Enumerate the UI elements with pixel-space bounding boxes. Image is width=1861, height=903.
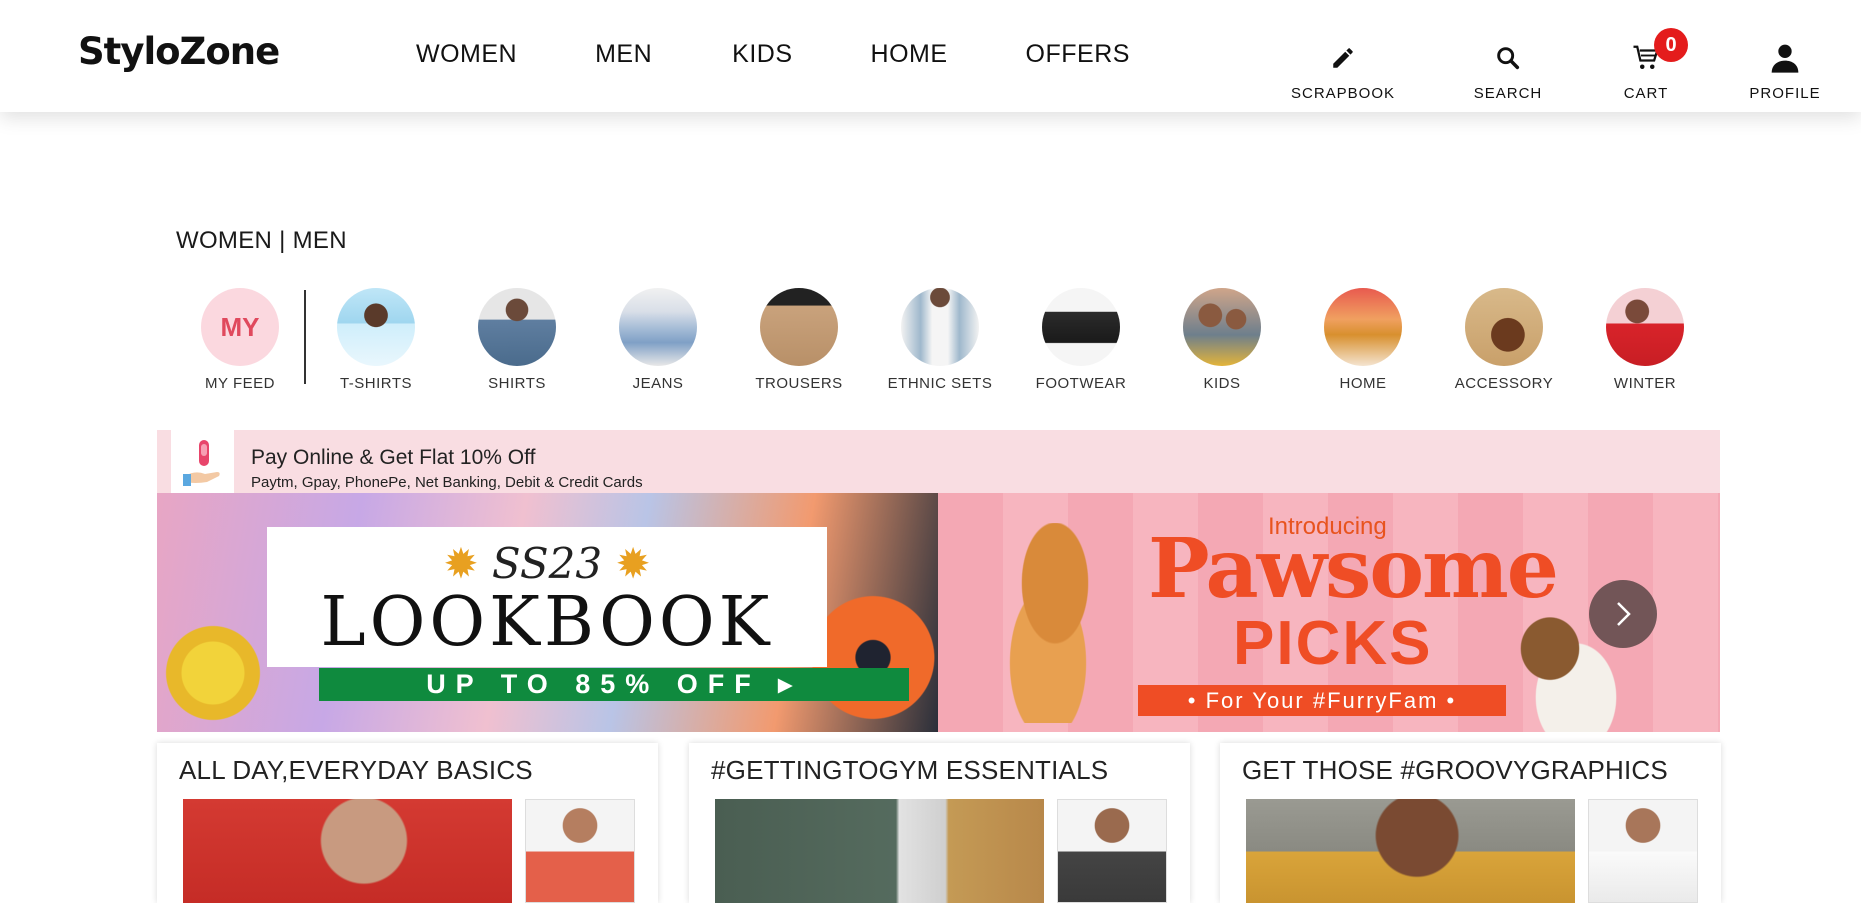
search-icon xyxy=(1448,40,1568,76)
category-label: FOOTWEAR xyxy=(1035,375,1127,392)
collection-main-image[interactable] xyxy=(183,799,512,903)
winter-thumbnail xyxy=(1606,288,1684,366)
footwear-thumbnail xyxy=(1042,288,1120,366)
pawsome-title: Pawsome xyxy=(1148,521,1559,617)
nav-home[interactable]: HOME xyxy=(871,40,948,69)
lookbook-discount: UP TO 85% OFF ▸ xyxy=(319,668,909,701)
category-label: TROUSERS xyxy=(755,375,843,392)
category-footwear[interactable]: FOOTWEAR xyxy=(1021,288,1141,392)
tshirts-thumbnail xyxy=(337,288,415,366)
carousel-next-button[interactable] xyxy=(1589,580,1657,648)
category-tshirts[interactable]: T-SHIRTS xyxy=(316,288,436,392)
shirts-thumbnail xyxy=(478,288,556,366)
search-label: SEARCH xyxy=(1473,85,1543,102)
scrapbook-label: SCRAPBOOK xyxy=(1290,85,1396,102)
site-logo[interactable]: StyloZone xyxy=(78,30,280,73)
chevron-right-icon xyxy=(1617,602,1631,626)
category-ethnic-sets[interactable]: ETHNIC SETS xyxy=(880,288,1000,392)
user-icon xyxy=(1725,40,1845,76)
scrapbook-button[interactable]: SCRAPBOOK xyxy=(1283,40,1403,102)
category-label: ACCESSORY xyxy=(1454,375,1554,392)
collection-main-image[interactable] xyxy=(715,799,1044,903)
kids-thumbnail xyxy=(1183,288,1261,366)
category-strip: MY MY FEED T-SHIRTS SHIRTS JEANS TROUSER… xyxy=(180,288,1700,398)
cart-button[interactable]: 0 CART xyxy=(1586,28,1706,102)
collection-title: GET THOSE #GROOVYGRAPHICS xyxy=(1242,755,1668,785)
category-label: WINTER xyxy=(1613,375,1677,392)
lookbook-banner[interactable]: ✹ SS23 ✹ LOOKBOOK UP TO 85% OFF ▸ xyxy=(157,493,938,732)
category-label: T-SHIRTS xyxy=(339,375,413,392)
trousers-thumbnail xyxy=(760,288,838,366)
nav-offers[interactable]: OFFERS xyxy=(1026,40,1130,69)
payment-hand-icon xyxy=(171,430,234,493)
my-feed-circle: MY xyxy=(201,288,279,366)
collection-thumb-image[interactable] xyxy=(1588,799,1698,903)
ethnic-sets-thumbnail xyxy=(901,288,979,366)
lookbook-season: ✹ SS23 ✹ xyxy=(443,539,651,588)
gender-tabs[interactable]: WOMEN | MEN xyxy=(176,227,347,255)
category-label: KIDS xyxy=(1203,375,1241,392)
offer-title: Pay Online & Get Flat 10% Off xyxy=(251,446,536,469)
collection-thumb-image[interactable] xyxy=(525,799,635,903)
category-jeans[interactable]: JEANS xyxy=(598,288,718,392)
category-accessory[interactable]: ACCESSORY xyxy=(1444,288,1564,392)
profile-label: PROFILE xyxy=(1749,85,1821,102)
nav-women[interactable]: WOMEN xyxy=(416,40,517,69)
collection-card[interactable]: ALL DAY,EVERYDAY BASICS xyxy=(157,743,658,903)
payment-offer-bar[interactable]: Pay Online & Get Flat 10% Off Paytm, Gpa… xyxy=(157,430,1720,493)
category-divider xyxy=(304,290,306,384)
cart-icon: 0 xyxy=(1586,28,1706,76)
collection-main-image[interactable] xyxy=(1246,799,1575,903)
lookbook-card: ✹ SS23 ✹ LOOKBOOK xyxy=(267,527,827,667)
pencil-icon xyxy=(1283,40,1403,76)
category-shirts[interactable]: SHIRTS xyxy=(457,288,577,392)
category-kids[interactable]: KIDS xyxy=(1162,288,1282,392)
cart-count-badge: 0 xyxy=(1654,28,1688,62)
dog-image xyxy=(978,523,1118,723)
collection-title: #GETTINGTOGYM ESSENTIALS xyxy=(711,755,1109,785)
main-nav: WOMEN MEN KIDS HOME OFFERS xyxy=(416,40,1208,69)
pawsome-tag: • For Your #FurryFam • xyxy=(1138,685,1506,716)
profile-button[interactable]: PROFILE xyxy=(1725,40,1845,102)
home-thumbnail xyxy=(1324,288,1402,366)
collection-title: ALL DAY,EVERYDAY BASICS xyxy=(179,755,533,785)
nav-men[interactable]: MEN xyxy=(595,40,652,69)
category-label: MY FEED xyxy=(205,375,275,392)
accessory-thumbnail xyxy=(1465,288,1543,366)
category-winter[interactable]: WINTER xyxy=(1585,288,1705,392)
category-label: ETHNIC SETS xyxy=(887,375,993,392)
nav-kids[interactable]: KIDS xyxy=(732,40,792,69)
category-label: SHIRTS xyxy=(488,375,546,392)
collection-card[interactable]: GET THOSE #GROOVYGRAPHICS xyxy=(1220,743,1721,903)
site-header: StyloZone WOMEN MEN KIDS HOME OFFERS SCR… xyxy=(0,0,1861,112)
cart-label: CART xyxy=(1623,85,1669,102)
collection-card[interactable]: #GETTINGTOGYM ESSENTIALS xyxy=(689,743,1190,903)
jeans-thumbnail xyxy=(619,288,697,366)
category-label: JEANS xyxy=(632,375,684,392)
category-trousers[interactable]: TROUSERS xyxy=(739,288,859,392)
lookbook-title: LOOKBOOK xyxy=(320,583,774,662)
category-home[interactable]: HOME xyxy=(1303,288,1423,392)
offer-subtitle: Paytm, Gpay, PhonePe, Net Banking, Debit… xyxy=(251,474,643,491)
pawsome-subtitle: PICKS xyxy=(1233,609,1433,678)
category-my-feed[interactable]: MY MY FEED xyxy=(180,288,300,392)
category-label: HOME xyxy=(1339,375,1387,392)
search-button[interactable]: SEARCH xyxy=(1448,40,1568,102)
my-feed-badge: MY xyxy=(220,311,260,342)
collection-thumb-image[interactable] xyxy=(1057,799,1167,903)
